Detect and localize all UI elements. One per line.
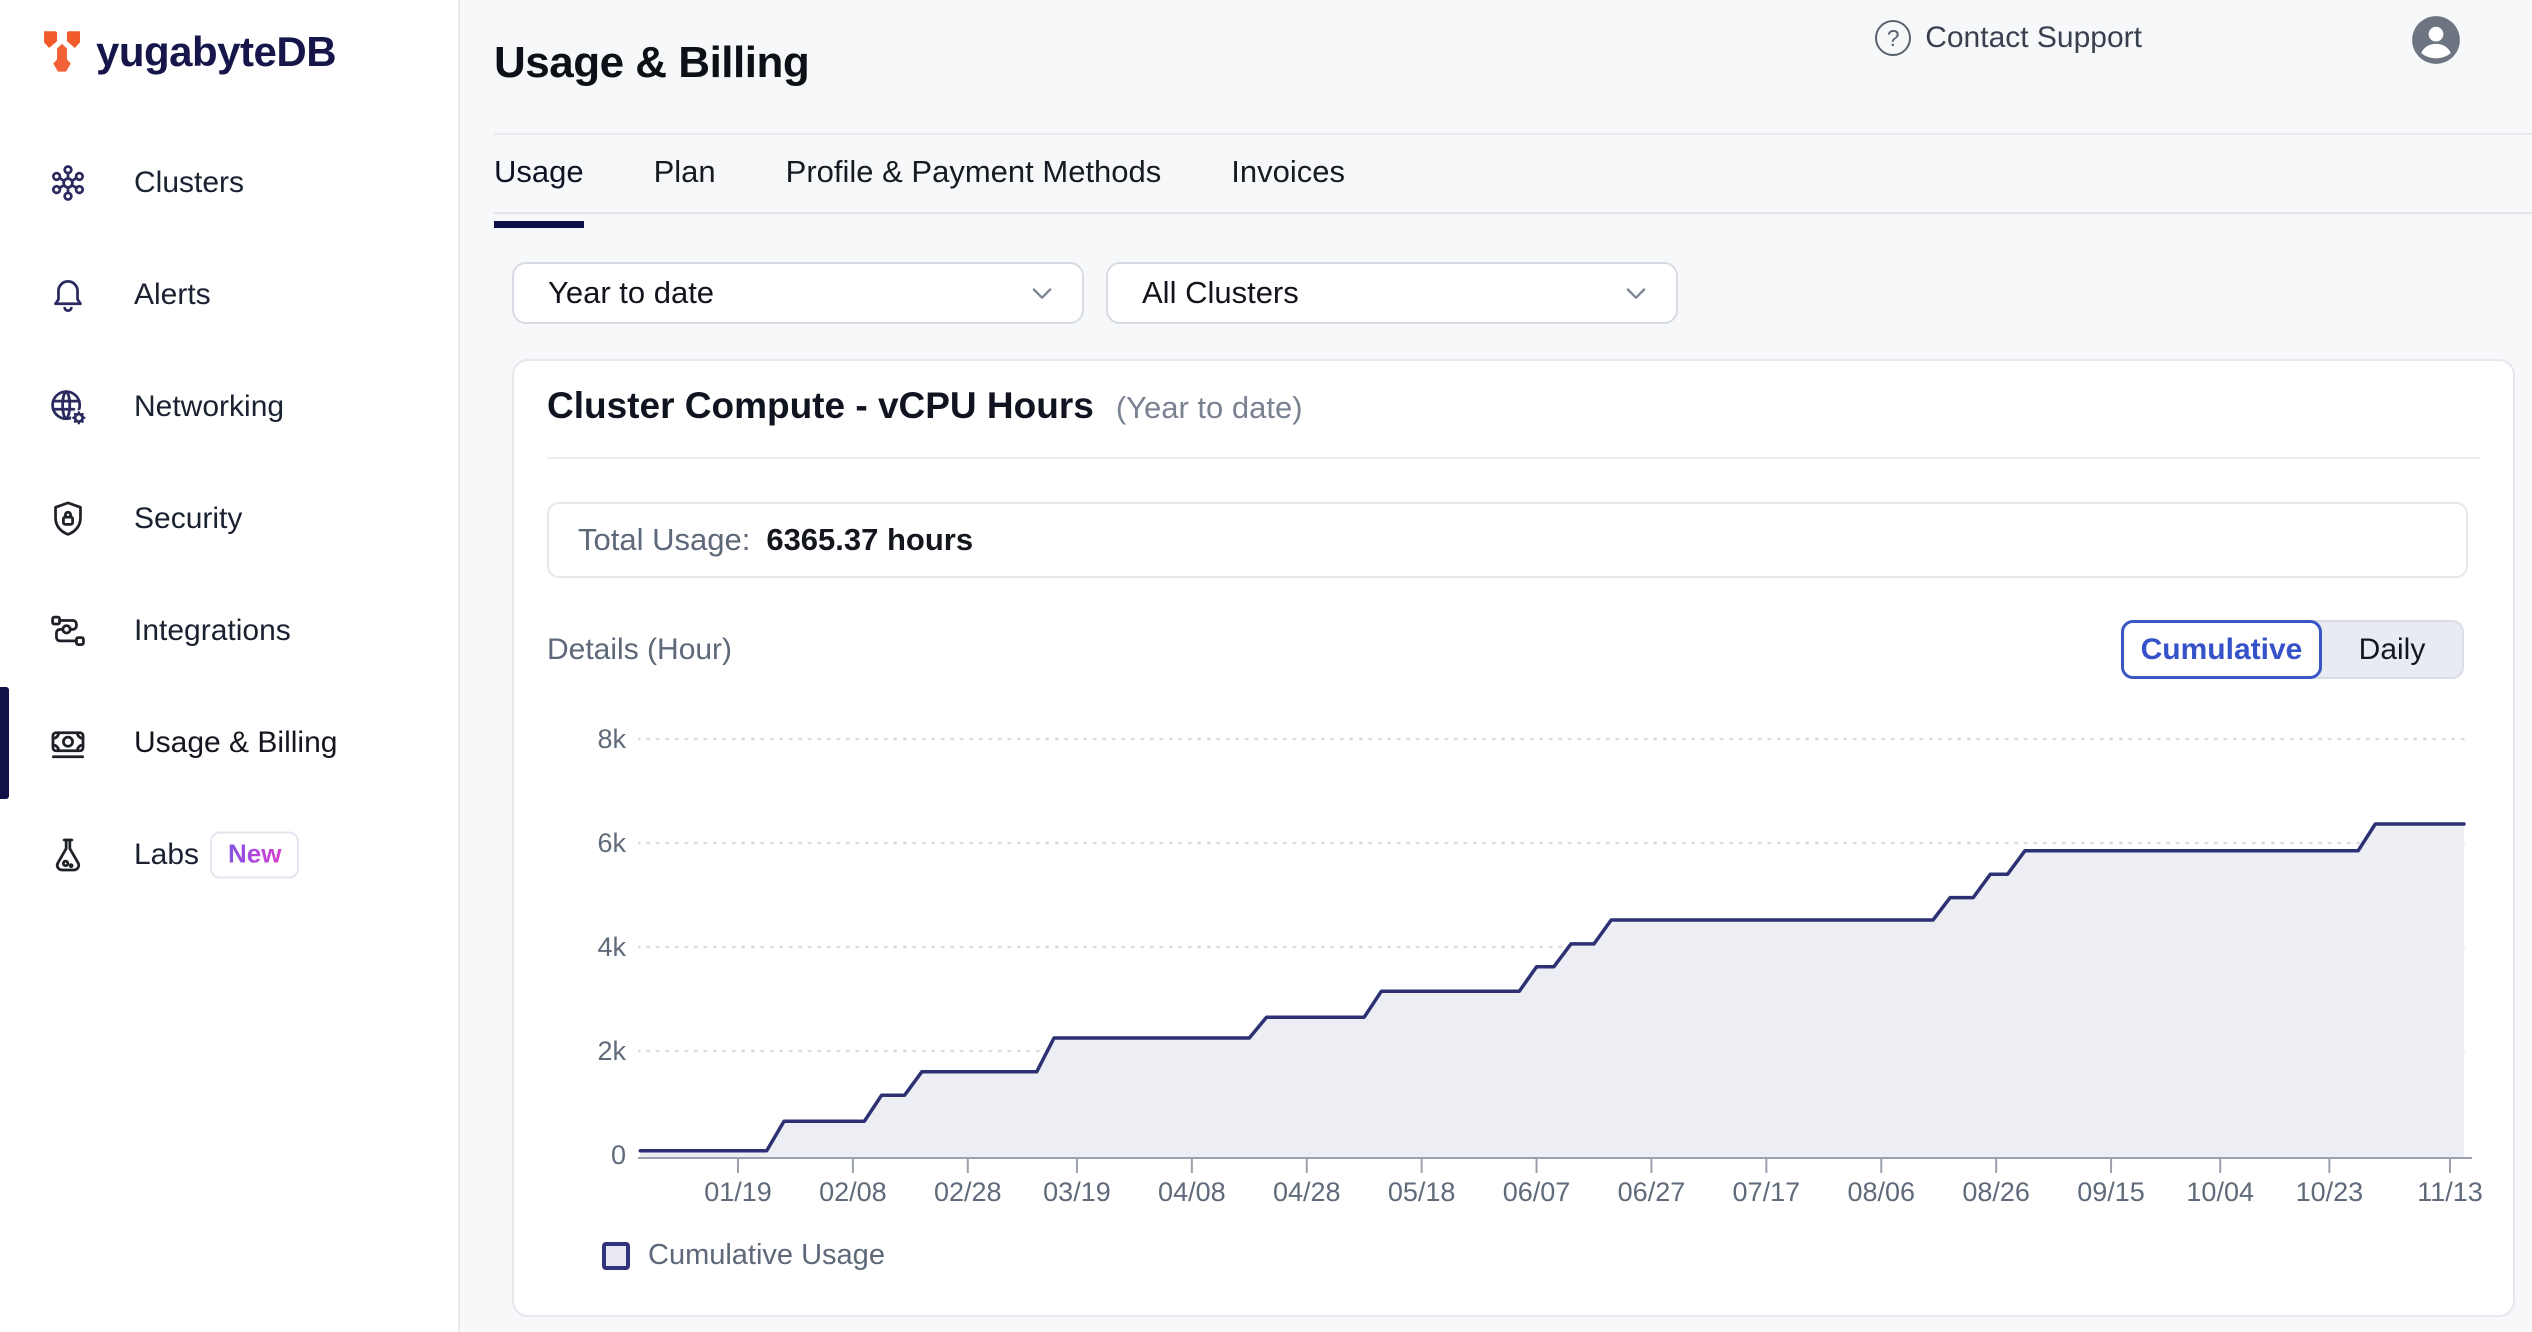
sidebar-item-alerts[interactable]: Alerts [0,239,458,351]
shield-lock-icon [46,497,90,541]
tab-usage[interactable]: Usage [494,140,584,228]
legend-label: Cumulative Usage [648,1239,885,1272]
sidebar-item-security[interactable]: Security [0,463,458,575]
avatar-icon [2410,14,2462,66]
chevron-down-icon [1622,279,1650,307]
cluster-select[interactable]: All Clusters [1106,262,1678,324]
chart-legend: Cumulative Usage [602,1239,885,1272]
billing-icon [46,721,90,765]
sidebar-item-label: Usage & Billing [134,726,337,760]
sidebar-item-label: Integrations [134,614,291,648]
contact-support-label: Contact Support [1925,21,2142,55]
flask-icon [46,833,90,877]
tab-invoices[interactable]: Invoices [1231,140,1345,228]
usage-card: Cluster Compute - vCPU Hours (Year to da… [512,359,2515,1317]
sidebar-item-label: Security [134,502,242,536]
sidebar-item-label: Networking [134,390,284,424]
active-indicator [0,687,9,799]
tab-profile-payment-methods[interactable]: Profile & Payment Methods [786,140,1162,228]
cumulative-usage-chart [638,702,2472,1182]
app-root: yugabyteDB Clusters [0,0,2532,1332]
sidebar-item-label: Clusters [134,166,244,200]
view-toggle: Cumulative Daily [2121,620,2464,679]
total-usage-label: Total Usage: [578,522,750,558]
bell-icon [46,273,90,317]
main-area: Usage & Billing ? Contact Support Usage … [460,0,2532,1332]
integrations-icon [46,609,90,653]
card-divider [547,457,2480,459]
yugabyte-logo-icon [40,29,84,75]
sidebar-item-integrations[interactable]: Integrations [0,575,458,687]
globe-gear-icon [46,385,90,429]
sidebar-item-labs[interactable]: Labs New [0,799,458,911]
card-subtitle: (Year to date) [1116,390,1303,426]
header-divider [494,133,2532,135]
page-title: Usage & Billing [494,38,809,88]
tab-bar: Usage Plan Profile & Payment Methods Inv… [494,140,1415,228]
y-axis-tick-label: 0 [536,1139,626,1171]
new-badge: New [210,832,299,879]
legend-checkbox[interactable] [602,1242,630,1270]
x-axis-tick-label: 11/13 [2380,1176,2520,1208]
cumulative-toggle-button[interactable]: Cumulative [2121,620,2322,679]
y-axis-tick-label: 2k [536,1035,626,1067]
details-label: Details (Hour) [547,633,732,667]
cluster-select-value: All Clusters [1142,275,1299,311]
y-axis-tick-label: 8k [536,723,626,755]
user-avatar[interactable] [2410,14,2462,66]
sidebar: yugabyteDB Clusters [0,0,460,1332]
sidebar-item-clusters[interactable]: Clusters [0,127,458,239]
sidebar-item-label: Alerts [134,278,211,312]
clusters-icon [46,161,90,205]
contact-support-button[interactable]: ? Contact Support [1875,20,2142,56]
help-icon: ? [1875,20,1911,56]
y-axis-tick-label: 6k [536,827,626,859]
chevron-down-icon [1028,279,1056,307]
total-usage-value: 6365.37 hours [766,522,973,558]
total-usage-box: Total Usage: 6365.37 hours [547,502,2468,578]
card-title: Cluster Compute - vCPU Hours [547,385,1094,427]
x-axis-tick-label: 10/23 [2259,1176,2399,1208]
tabs-divider [494,212,2532,214]
period-select-value: Year to date [548,275,714,311]
y-axis-tick-label: 4k [536,931,626,963]
daily-toggle-button[interactable]: Daily [2322,620,2462,679]
sidebar-item-usage-billing[interactable]: Usage & Billing [0,687,458,799]
logo[interactable]: yugabyteDB [40,28,336,76]
tab-plan[interactable]: Plan [654,140,716,228]
sidebar-item-label: Labs [134,838,199,872]
sidebar-item-networking[interactable]: Networking [0,351,458,463]
period-select[interactable]: Year to date [512,262,1084,324]
logo-text: yugabyteDB [96,28,336,76]
